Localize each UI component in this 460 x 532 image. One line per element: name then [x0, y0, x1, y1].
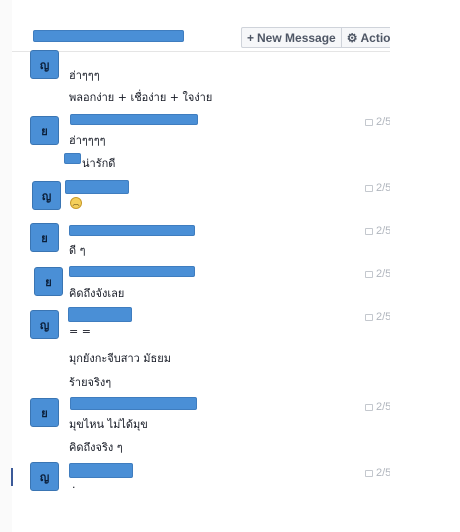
- message-text: คิดถึงจังเลย: [69, 287, 125, 300]
- message-timestamp: 2/5: [365, 182, 390, 194]
- message-text: คิดถึงจริง ๆ: [69, 441, 123, 454]
- chat-icon: [365, 118, 373, 126]
- redacted-participant-name: [33, 30, 184, 42]
- timestamp-text: 2/5: [376, 268, 390, 280]
- thread-toolbar: + New Message ⚙ Action: [241, 27, 390, 48]
- message-timestamp: 2/5: [365, 225, 390, 237]
- timestamp-text: 2/5: [376, 401, 390, 413]
- chat-icon: [365, 227, 373, 235]
- message-timestamp: 2/5: [365, 268, 390, 280]
- new-message-label: New Message: [257, 30, 336, 45]
- avatar[interactable]: ญ: [30, 50, 59, 79]
- redacted-sender-name: [65, 180, 129, 194]
- message-text: ฮ่าๆๆๆ: [69, 69, 100, 82]
- message-thread: + New Message ⚙ Action ญ ฮ่าๆๆๆ พลอกง่าย…: [12, 0, 390, 532]
- message-text: พลอกง่าย + เชื่อง่าย + ใจง่าย: [69, 91, 213, 104]
- redacted-sender-name: [69, 463, 133, 478]
- timestamp-text: 2/5: [376, 467, 390, 479]
- message-text: .: [72, 478, 76, 491]
- message-text: น่ารักดี: [82, 157, 116, 170]
- message-timestamp: 2/5: [365, 116, 390, 128]
- chat-icon: [365, 313, 373, 321]
- plus-icon: +: [247, 30, 255, 45]
- message-text: ร้ายจริงๆ: [69, 376, 112, 389]
- frown-emoji-icon: ︵: [70, 197, 82, 209]
- chat-icon: [365, 403, 373, 411]
- message-timestamp: 2/5: [365, 311, 390, 323]
- timestamp-text: 2/5: [376, 182, 390, 194]
- redacted-sender-name: [70, 397, 197, 410]
- timestamp-text: 2/5: [376, 116, 390, 128]
- avatar[interactable]: ย: [30, 223, 59, 252]
- redacted-sender-name: [69, 266, 195, 277]
- new-message-button[interactable]: + New Message: [242, 28, 341, 47]
- message-text: มุกยังกะจีบสาว มัธยม: [69, 352, 171, 365]
- avatar[interactable]: ย: [34, 267, 63, 296]
- message-text: ดี ๆ: [69, 244, 86, 257]
- message-timestamp: 2/5: [365, 401, 390, 413]
- chat-icon: [365, 270, 373, 278]
- avatar[interactable]: ญ: [30, 462, 59, 491]
- redacted-sender-name: [68, 307, 132, 322]
- actions-button[interactable]: ⚙ Action: [340, 28, 390, 47]
- avatar[interactable]: ญ: [30, 310, 59, 339]
- avatar[interactable]: ย: [30, 116, 59, 145]
- chat-icon: [365, 184, 373, 192]
- redacted-sender-name: [70, 114, 198, 125]
- chat-icon: [365, 469, 373, 477]
- avatar[interactable]: ญ: [32, 181, 61, 210]
- redacted-sender-name: [69, 225, 195, 236]
- message-text: ฮ่าๆๆๆๆ: [69, 134, 106, 147]
- right-blank-area: [390, 0, 460, 532]
- message-text: = =: [69, 325, 91, 338]
- actions-label: Action: [360, 30, 390, 45]
- timestamp-text: 2/5: [376, 225, 390, 237]
- message-text: มุขไหน ไม่ได้มุข: [69, 418, 148, 431]
- left-frame: [0, 0, 13, 532]
- thread-header: + New Message ⚙ Action: [12, 0, 390, 52]
- timestamp-text: 2/5: [376, 311, 390, 323]
- message-timestamp: 2/5: [365, 467, 390, 479]
- gear-icon: ⚙: [346, 30, 358, 45]
- redacted-mention: [64, 153, 81, 164]
- avatar[interactable]: ย: [30, 398, 59, 427]
